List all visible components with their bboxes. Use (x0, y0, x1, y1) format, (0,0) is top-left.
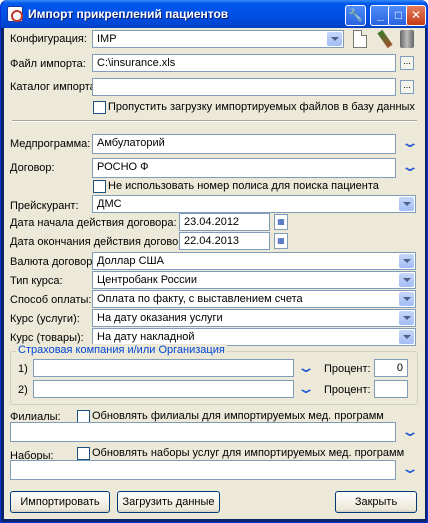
skip-upload-label: Пропустить загрузку импортируемых файлов… (108, 101, 415, 113)
insurance-company-1-input[interactable] (33, 359, 294, 377)
rate-services-value: На дату оказания услуги (97, 312, 223, 324)
config-select[interactable]: IMP (92, 30, 344, 48)
contract-chevron-icon[interactable]: ⌄ (397, 159, 423, 174)
chevron-down-icon (399, 273, 414, 287)
import-window: Импорт прикреплений пациентов 🔧 _ □ ✕ Ко… (0, 0, 428, 523)
rate-type-label: Тип курса: (10, 275, 63, 287)
no-policy-checkbox[interactable] (93, 180, 106, 193)
insurance-company-2-input[interactable] (33, 380, 294, 398)
dialog-body: Конфигурация: IMP Файл импорта: C:\insur… (4, 28, 425, 519)
calendar-icon[interactable]: ▦ (274, 233, 288, 249)
start-date-input[interactable]: 23.04.2012 (179, 213, 270, 231)
app-icon (7, 6, 23, 22)
import-button[interactable]: Импортировать (10, 491, 110, 513)
import-file-browse-button[interactable]: ... (400, 56, 414, 70)
currency-select[interactable]: Доллар США (92, 252, 416, 270)
calendar-icon[interactable]: ▦ (274, 214, 288, 230)
chevron-down-icon (399, 311, 414, 325)
chevron-down-icon (327, 32, 342, 46)
tools-button[interactable]: 🔧 (345, 5, 366, 26)
brush-icon[interactable] (377, 29, 393, 49)
rate-type-value: Центробанк России (97, 274, 197, 286)
import-dir-label: Каталог импорта: (10, 81, 99, 93)
rate-goods-value: На дату накладной (97, 331, 195, 343)
percent-1-input[interactable]: 0 (374, 359, 408, 377)
rate-services-select[interactable]: На дату оказания услуги (92, 309, 416, 327)
insurance-row-1-num: 1) (18, 363, 28, 375)
branches-input[interactable] (10, 422, 396, 442)
payment-label: Способ оплаты: (10, 294, 92, 306)
end-date-label: Дата окончания действия договора: (10, 236, 194, 248)
insurance-group-title: Страховая компания и/или Организация (16, 344, 227, 356)
pricelist-label: Прейскурант: (10, 200, 79, 212)
medprogram-input[interactable]: Амбулаторий (92, 134, 396, 154)
rate-goods-label: Курс (товары): (10, 332, 84, 344)
contract-label: Договор: (10, 162, 55, 174)
contract-input[interactable]: РОСНО Ф (92, 158, 396, 178)
config-label: Конфигурация: (10, 33, 87, 45)
percent-1-label: Процент: (324, 363, 371, 375)
end-date-input[interactable]: 22.04.2013 (179, 232, 270, 250)
close-window-button[interactable]: ✕ (406, 5, 426, 26)
chevron-down-icon (399, 197, 414, 211)
currency-label: Валюта договора: (10, 256, 102, 268)
import-file-input[interactable]: C:\insurance.xls (92, 54, 396, 72)
percent-2-input[interactable] (374, 380, 408, 398)
currency-value: Доллар США (97, 255, 164, 267)
sets-chevron-icon[interactable]: ⌄ (397, 461, 423, 476)
window-title: Импорт прикреплений пациентов (28, 7, 229, 21)
import-dir-browse-button[interactable]: ... (400, 80, 414, 94)
pricelist-value: ДМС (97, 198, 122, 210)
sets-input[interactable] (10, 460, 396, 480)
close-button[interactable]: Закрыть (335, 491, 417, 513)
medprogram-label: Медпрограмма: (10, 138, 91, 150)
sets-update-checkbox[interactable] (77, 447, 90, 460)
chevron-down-icon (399, 254, 414, 268)
new-document-icon[interactable] (353, 30, 367, 48)
percent-2-label: Процент: (324, 384, 371, 396)
title-bar: Импорт прикреплений пациентов 🔧 _ □ ✕ (1, 0, 427, 28)
payment-select[interactable]: Оплата по факту, с выставлением счета (92, 290, 416, 308)
payment-value: Оплата по факту, с выставлением счета (97, 293, 303, 305)
divider (12, 120, 417, 122)
config-value: IMP (97, 33, 117, 45)
insurance-row-2-num: 2) (18, 384, 28, 396)
insurance-2-chevron-icon[interactable]: ⌄ (293, 381, 319, 396)
skip-upload-checkbox[interactable] (93, 101, 106, 114)
branches-chevron-icon[interactable]: ⌄ (397, 424, 423, 439)
branches-update-label: Обновлять филиалы для импортируемых мед.… (92, 410, 384, 422)
chevron-down-icon (399, 292, 414, 306)
import-file-label: Файл импорта: (10, 58, 86, 70)
start-date-label: Дата начала действия договора: (10, 217, 177, 229)
no-policy-label: Не использовать номер полиса для поиска … (108, 180, 379, 192)
rate-services-label: Курс (услуги): (10, 313, 80, 325)
import-dir-input[interactable] (92, 78, 396, 96)
medprogram-chevron-icon[interactable]: ⌄ (397, 135, 423, 150)
sets-update-label: Обновлять наборы услуг для импортируемых… (92, 447, 405, 459)
insurance-1-chevron-icon[interactable]: ⌄ (293, 360, 319, 375)
trash-icon[interactable] (400, 30, 414, 48)
pricelist-select[interactable]: ДМС (92, 195, 416, 213)
load-data-button[interactable]: Загрузить данные (117, 491, 220, 513)
rate-type-select[interactable]: Центробанк России (92, 271, 416, 289)
chevron-down-icon (399, 330, 414, 344)
